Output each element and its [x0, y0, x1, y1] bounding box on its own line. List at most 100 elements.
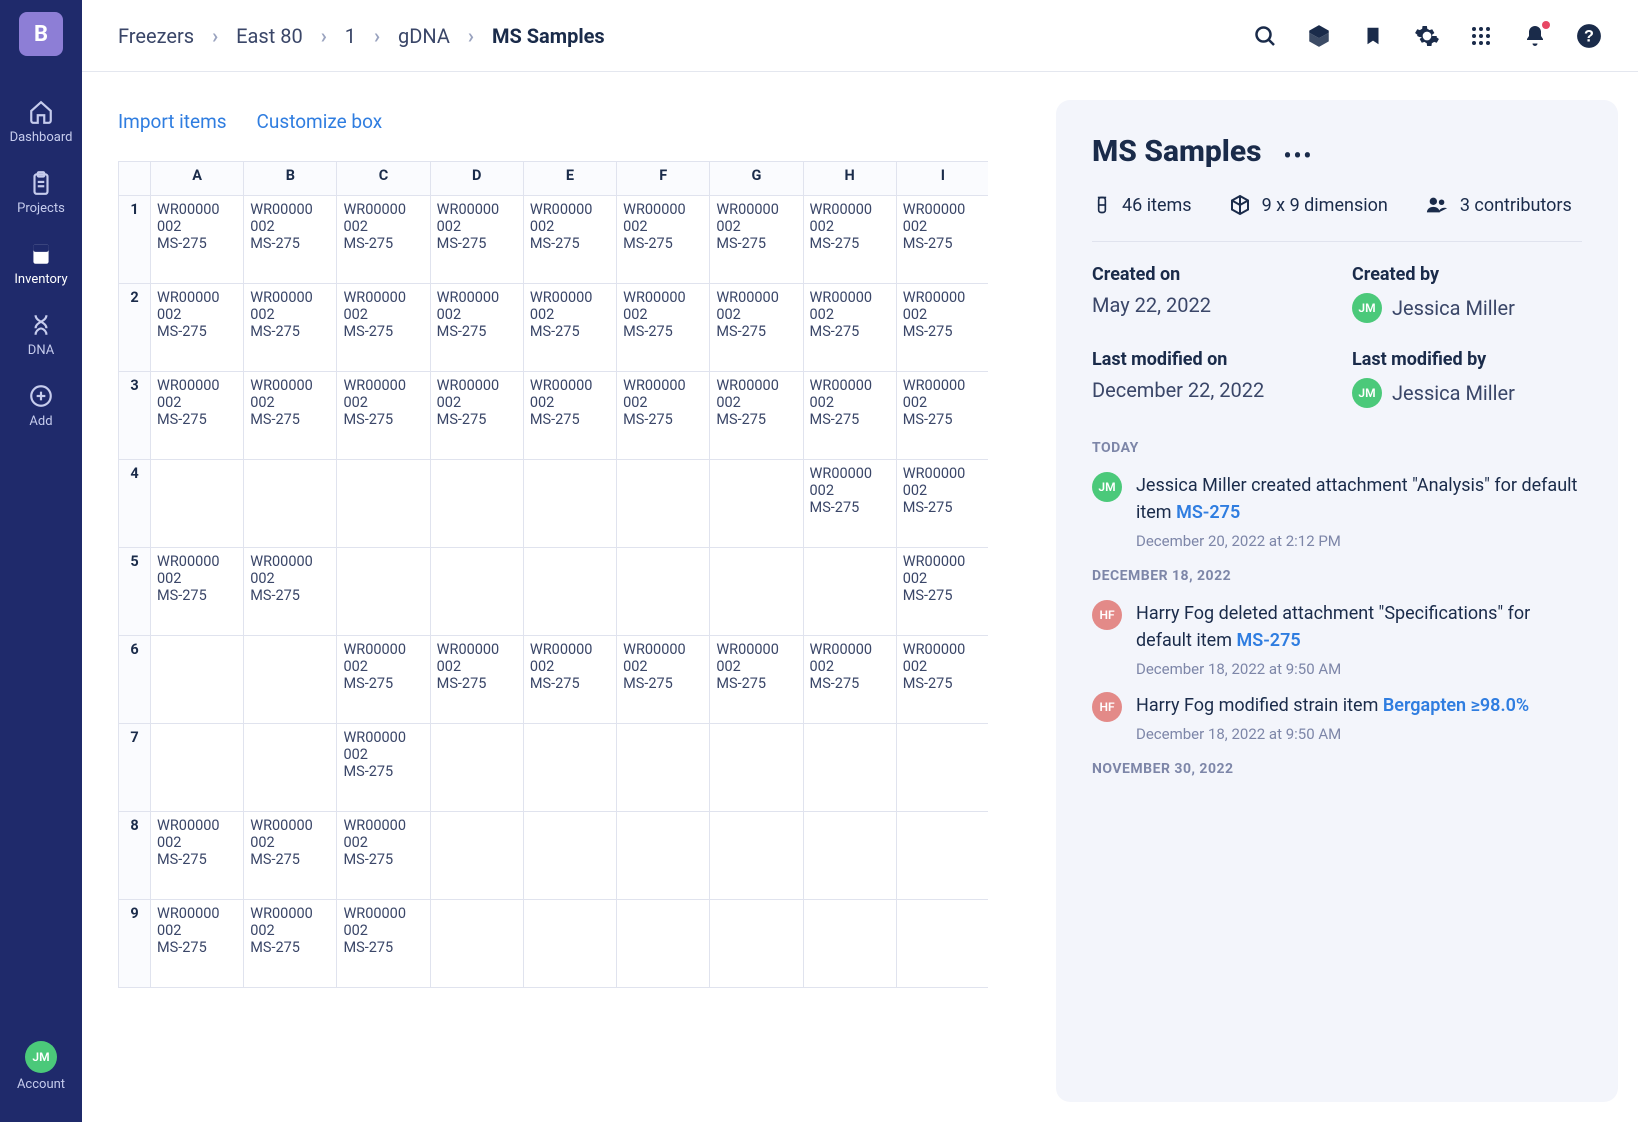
grid-cell[interactable] — [617, 548, 710, 636]
grid-cell[interactable]: WR00000002MS-275 — [151, 372, 244, 460]
grid-cell[interactable]: WR00000002MS-275 — [523, 372, 616, 460]
activity-link[interactable]: Bergapten ≥98.0% — [1383, 695, 1529, 716]
grid-cell[interactable] — [430, 812, 523, 900]
breadcrumb-item-east80[interactable]: East 80 — [236, 24, 303, 48]
grid-cell[interactable] — [523, 812, 616, 900]
grid-cell[interactable] — [430, 460, 523, 548]
grid-cell[interactable] — [803, 812, 896, 900]
grid-cell[interactable] — [430, 724, 523, 812]
breadcrumb-item-gdna[interactable]: gDNA — [398, 24, 450, 48]
sidebar-item-dashboard[interactable]: Dashboard — [0, 98, 82, 145]
grid-cell[interactable]: WR00000002MS-275 — [337, 724, 430, 812]
grid-cell[interactable]: WR00000002MS-275 — [617, 636, 710, 724]
grid-cell[interactable]: WR00000002MS-275 — [337, 636, 430, 724]
grid-cell[interactable] — [523, 900, 616, 988]
grid-cell[interactable]: WR00000002MS-275 — [337, 900, 430, 988]
grid-cell[interactable]: WR00000002MS-275 — [896, 284, 988, 372]
grid-cell[interactable]: WR00000002MS-275 — [896, 460, 988, 548]
grid-cell[interactable] — [710, 724, 803, 812]
apps-grid-icon[interactable] — [1468, 23, 1494, 49]
grid-cell[interactable]: WR00000002MS-275 — [803, 196, 896, 284]
help-icon[interactable]: ? — [1576, 23, 1602, 49]
grid-cell[interactable] — [151, 636, 244, 724]
grid-cell[interactable]: WR00000002MS-275 — [337, 372, 430, 460]
breadcrumb-item-1[interactable]: 1 — [345, 24, 356, 48]
grid-cell[interactable] — [151, 460, 244, 548]
grid-cell[interactable]: WR00000002MS-275 — [337, 196, 430, 284]
bell-icon[interactable] — [1522, 23, 1548, 49]
grid-cell[interactable]: WR00000002MS-275 — [617, 284, 710, 372]
grid-cell[interactable]: WR00000002MS-275 — [151, 284, 244, 372]
grid-cell[interactable] — [523, 548, 616, 636]
grid-cell[interactable] — [337, 460, 430, 548]
grid-cell[interactable] — [244, 724, 337, 812]
grid-cell[interactable]: WR00000002MS-275 — [617, 372, 710, 460]
box-icon[interactable] — [1306, 23, 1332, 49]
grid-cell[interactable] — [523, 724, 616, 812]
app-logo[interactable]: B — [19, 12, 63, 56]
grid-cell[interactable]: WR00000002MS-275 — [896, 636, 988, 724]
grid-cell[interactable]: WR00000002MS-275 — [430, 196, 523, 284]
grid-cell[interactable]: WR00000002MS-275 — [523, 284, 616, 372]
grid-cell[interactable] — [896, 900, 988, 988]
sidebar-item-account[interactable]: JM Account — [0, 1041, 82, 1092]
grid-cell[interactable]: WR00000002MS-275 — [337, 812, 430, 900]
grid-cell[interactable] — [710, 460, 803, 548]
sidebar-item-projects[interactable]: Projects — [0, 169, 82, 216]
grid-cell[interactable]: WR00000002MS-275 — [244, 372, 337, 460]
sidebar-item-add[interactable]: Add — [0, 382, 82, 429]
grid-cell[interactable]: WR00000002MS-275 — [896, 548, 988, 636]
grid-cell[interactable]: WR00000002MS-275 — [710, 372, 803, 460]
bookmark-icon[interactable] — [1360, 23, 1386, 49]
grid-cell[interactable] — [803, 724, 896, 812]
grid-cell[interactable] — [430, 900, 523, 988]
grid-cell[interactable]: WR00000002MS-275 — [803, 460, 896, 548]
grid-cell[interactable]: WR00000002MS-275 — [430, 636, 523, 724]
grid-cell[interactable]: WR00000002MS-275 — [803, 636, 896, 724]
grid-cell[interactable]: WR00000002MS-275 — [244, 284, 337, 372]
grid-cell[interactable] — [617, 724, 710, 812]
grid-cell[interactable] — [617, 812, 710, 900]
grid-cell[interactable]: WR00000002MS-275 — [896, 196, 988, 284]
sidebar-item-inventory[interactable]: Inventory — [0, 240, 82, 287]
grid-cell[interactable] — [523, 460, 616, 548]
grid-cell[interactable] — [803, 900, 896, 988]
grid-cell[interactable]: WR00000002MS-275 — [430, 372, 523, 460]
activity-link[interactable]: MS-275 — [1176, 502, 1240, 523]
grid-cell[interactable]: WR00000002MS-275 — [803, 284, 896, 372]
grid-cell[interactable]: WR00000002MS-275 — [244, 196, 337, 284]
grid-cell[interactable] — [896, 812, 988, 900]
import-items-link[interactable]: Import items — [118, 110, 227, 133]
grid-cell[interactable] — [617, 900, 710, 988]
grid-cell[interactable]: WR00000002MS-275 — [337, 284, 430, 372]
grid-cell[interactable]: WR00000002MS-275 — [151, 812, 244, 900]
grid-cell[interactable]: WR00000002MS-275 — [803, 372, 896, 460]
grid-cell[interactable]: WR00000002MS-275 — [244, 900, 337, 988]
grid-cell[interactable]: WR00000002MS-275 — [244, 548, 337, 636]
grid-cell[interactable]: WR00000002MS-275 — [151, 900, 244, 988]
grid-cell[interactable] — [710, 900, 803, 988]
grid-cell[interactable]: WR00000002MS-275 — [523, 196, 616, 284]
gear-icon[interactable] — [1414, 23, 1440, 49]
more-menu-icon[interactable]: ••• — [1284, 144, 1314, 169]
grid-cell[interactable] — [896, 724, 988, 812]
grid-cell[interactable] — [430, 548, 523, 636]
grid-cell[interactable]: WR00000002MS-275 — [523, 636, 616, 724]
grid-cell[interactable]: WR00000002MS-275 — [151, 196, 244, 284]
breadcrumb-item-freezers[interactable]: Freezers — [118, 24, 194, 48]
grid-cell[interactable] — [710, 548, 803, 636]
grid-cell[interactable] — [617, 460, 710, 548]
grid-cell[interactable] — [244, 460, 337, 548]
grid-cell[interactable] — [244, 636, 337, 724]
grid-cell[interactable]: WR00000002MS-275 — [151, 548, 244, 636]
activity-link[interactable]: MS-275 — [1236, 630, 1300, 651]
grid-cell[interactable] — [151, 724, 244, 812]
grid-cell[interactable]: WR00000002MS-275 — [617, 196, 710, 284]
grid-cell[interactable]: WR00000002MS-275 — [710, 636, 803, 724]
grid-cell[interactable] — [803, 548, 896, 636]
grid-cell[interactable] — [337, 548, 430, 636]
grid-cell[interactable]: WR00000002MS-275 — [710, 196, 803, 284]
grid-cell[interactable] — [710, 812, 803, 900]
grid-cell[interactable]: WR00000002MS-275 — [244, 812, 337, 900]
grid-cell[interactable]: WR00000002MS-275 — [710, 284, 803, 372]
